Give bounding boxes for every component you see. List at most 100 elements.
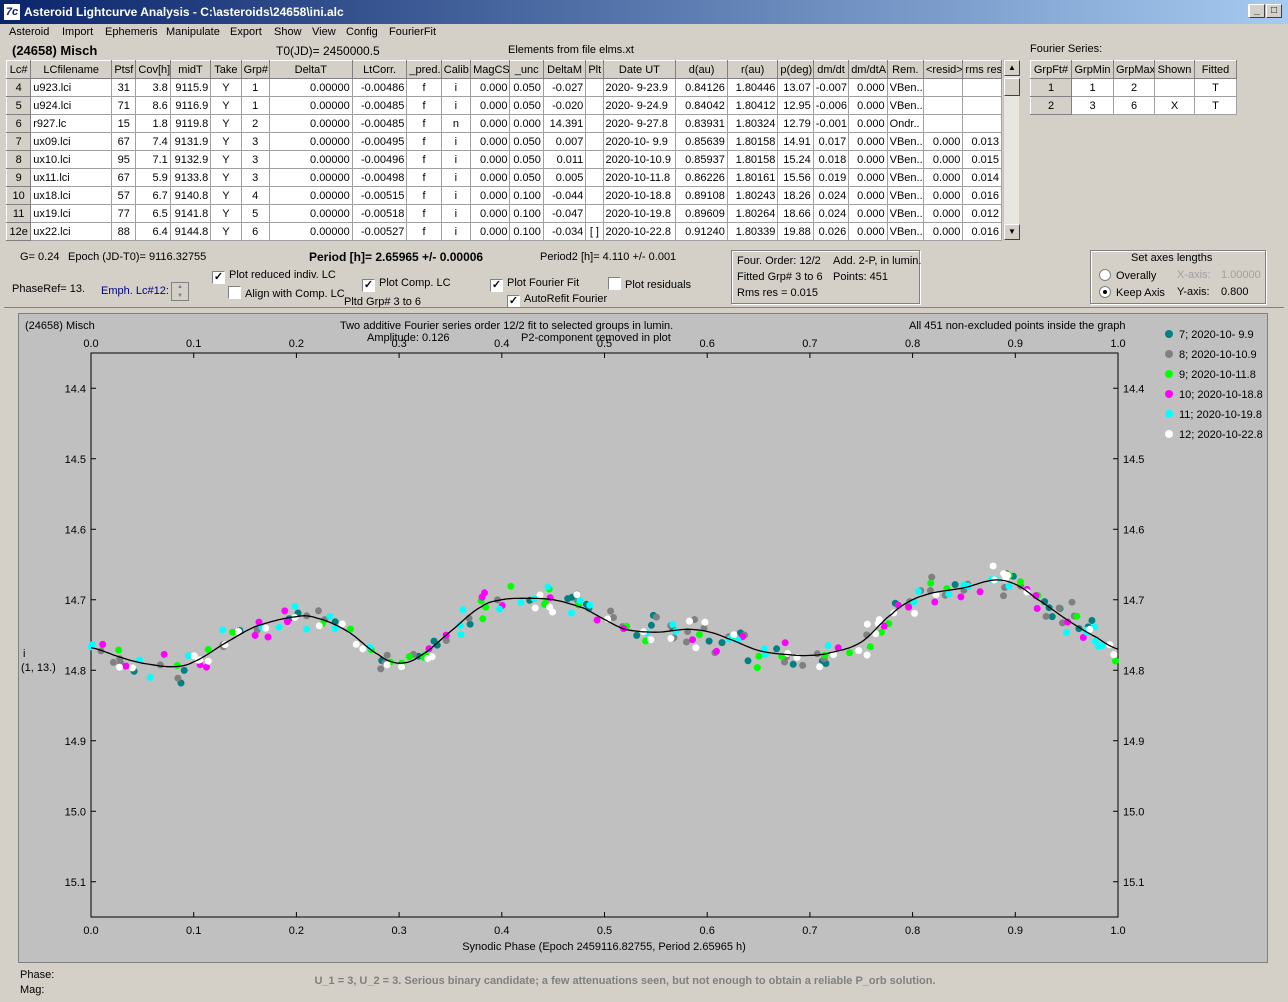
column-header[interactable]: Shown bbox=[1154, 60, 1195, 79]
table-cell[interactable]: 0.91240 bbox=[675, 222, 728, 241]
column-header[interactable]: LCfilename bbox=[30, 60, 113, 79]
table-cell[interactable]: 0.018 bbox=[812, 150, 850, 169]
table-cell[interactable]: 3 bbox=[240, 168, 270, 187]
table-cell[interactable]: 0.050 bbox=[509, 96, 544, 115]
table-cell[interactable]: f bbox=[406, 78, 442, 97]
table-cell[interactable]: 1.80158 bbox=[726, 132, 779, 151]
column-header[interactable]: DeltaM bbox=[542, 60, 587, 79]
table-cell[interactable]: VBen.. bbox=[886, 222, 925, 241]
table-cell[interactable] bbox=[962, 78, 1002, 97]
table-cell[interactable]: Y bbox=[210, 186, 242, 205]
table-cell[interactable]: ux22.lci bbox=[30, 222, 113, 241]
table-cell[interactable]: f bbox=[406, 168, 442, 187]
table-cell[interactable]: 71 bbox=[111, 96, 137, 115]
table-cell[interactable]: 13.07 bbox=[777, 78, 814, 97]
table-cell[interactable]: 0.00000 bbox=[268, 204, 353, 223]
table-cell[interactable]: 12.95 bbox=[777, 96, 814, 115]
menu-view[interactable]: View bbox=[312, 26, 336, 38]
table-cell[interactable]: 0.015 bbox=[962, 150, 1002, 169]
table-cell[interactable]: Y bbox=[210, 78, 242, 97]
table-cell[interactable]: ux10.lci bbox=[30, 150, 113, 169]
table-cell[interactable]: 0.000 bbox=[922, 204, 964, 223]
column-header[interactable]: midT bbox=[169, 60, 212, 79]
table-cell[interactable]: 0.85937 bbox=[675, 150, 728, 169]
table-cell[interactable]: 9131.9 bbox=[169, 132, 212, 151]
plot-comp-checkbox[interactable]: ✓ Plot Comp. LC bbox=[362, 277, 451, 292]
table-cell[interactable]: -0.001 bbox=[812, 114, 850, 133]
column-header[interactable]: <resid> bbox=[922, 60, 964, 79]
table-cell[interactable]: 7.1 bbox=[135, 150, 171, 169]
column-header[interactable]: Rem. bbox=[886, 60, 925, 79]
plot-fourier-checkbox[interactable]: ✓ Plot Fourier Fit bbox=[490, 277, 579, 292]
row-header[interactable]: 11 bbox=[5, 204, 32, 223]
table-cell[interactable]: 0.000 bbox=[470, 204, 511, 223]
table-cell[interactable]: 0.00000 bbox=[268, 168, 353, 187]
table-cell[interactable]: -0.00485 bbox=[351, 96, 408, 115]
table-row[interactable]: 9 ux11.lci 67 5.9 9133.8 Y 3 0.00000 -0.00498 f i 0… bbox=[5, 168, 1002, 187]
table-cell[interactable]: 0.00000 bbox=[268, 150, 353, 169]
table-cell[interactable]: -0.00527 bbox=[351, 222, 408, 241]
table-cell[interactable]: 9119.8 bbox=[169, 114, 212, 133]
table-cell[interactable]: 0.000 bbox=[470, 150, 511, 169]
table-cell[interactable]: ux09.lci bbox=[30, 132, 113, 151]
table-cell[interactable]: 0.89609 bbox=[675, 204, 728, 223]
table-cell[interactable]: f bbox=[406, 186, 442, 205]
table-cell[interactable]: 0.024 bbox=[812, 204, 850, 223]
lightcurve-chart[interactable]: 0.0 0.0 0.1 0.1 0.2 0.2 0.3 0.3 0.4 0.4 0.5 0.5 0.6 0… bbox=[19, 314, 1269, 964]
emph-lc-spinner[interactable]: ▲ ▼ bbox=[171, 282, 189, 301]
table-cell[interactable]: ux19.lci bbox=[30, 204, 113, 223]
table-cell[interactable]: Y bbox=[210, 96, 242, 115]
overally-radio[interactable]: Overally bbox=[1099, 269, 1156, 282]
table-cell[interactable]: i bbox=[440, 96, 472, 115]
column-header[interactable]: Plt bbox=[585, 60, 604, 79]
column-header[interactable]: _unc bbox=[509, 60, 544, 79]
table-cell[interactable]: 1.80339 bbox=[726, 222, 779, 241]
table-cell[interactable]: Y bbox=[210, 132, 242, 151]
table-cell[interactable]: -0.047 bbox=[542, 204, 587, 223]
table-cell[interactable] bbox=[585, 204, 604, 223]
column-header[interactable]: Ptsf bbox=[111, 60, 137, 79]
table-cell[interactable]: 0.000 bbox=[509, 114, 544, 133]
table-cell[interactable]: 1 bbox=[1071, 78, 1114, 97]
table-cell[interactable]: -0.00515 bbox=[351, 186, 408, 205]
table-cell[interactable]: VBen.. bbox=[886, 186, 925, 205]
table-cell[interactable]: -0.00486 bbox=[351, 78, 408, 97]
table-cell[interactable]: 0.000 bbox=[848, 222, 888, 241]
table-cell[interactable]: 0.84126 bbox=[675, 78, 728, 97]
table-cell[interactable]: 2020-10-10.9 bbox=[602, 150, 677, 169]
table-cell[interactable]: 2020- 9-24.9 bbox=[602, 96, 677, 115]
table-cell[interactable]: 1.80412 bbox=[726, 96, 779, 115]
scroll-up-icon[interactable]: ▲ bbox=[1004, 60, 1020, 76]
table-cell[interactable] bbox=[962, 96, 1002, 115]
table-cell[interactable]: -0.00518 bbox=[351, 204, 408, 223]
table-cell[interactable] bbox=[922, 114, 964, 133]
table-cell[interactable] bbox=[1154, 78, 1195, 97]
column-header[interactable]: GrpMin bbox=[1071, 60, 1114, 79]
table-cell[interactable]: 0.000 bbox=[922, 186, 964, 205]
table-cell[interactable]: 0.000 bbox=[470, 222, 511, 241]
column-header[interactable]: Cov[h] bbox=[135, 60, 171, 79]
table-cell[interactable]: 5.9 bbox=[135, 168, 171, 187]
table-cell[interactable]: 14.91 bbox=[777, 132, 814, 151]
table-cell[interactable]: 0.89108 bbox=[675, 186, 728, 205]
table-cell[interactable] bbox=[585, 150, 604, 169]
table-cell[interactable]: 0.000 bbox=[922, 150, 964, 169]
keep-axis-radio[interactable]: Keep Axis bbox=[1099, 286, 1165, 299]
column-header[interactable]: Fitted bbox=[1194, 60, 1237, 79]
table-cell[interactable]: 15.24 bbox=[777, 150, 814, 169]
table-cell[interactable]: r927.lc bbox=[30, 114, 113, 133]
table-cell[interactable]: 31 bbox=[111, 78, 137, 97]
table-cell[interactable]: f bbox=[406, 114, 442, 133]
table-cell[interactable]: 12.79 bbox=[777, 114, 814, 133]
table-cell[interactable]: 0.050 bbox=[509, 168, 544, 187]
scroll-down-icon[interactable]: ▼ bbox=[1004, 224, 1020, 240]
table-cell[interactable]: -0.00498 bbox=[351, 168, 408, 187]
table-cell[interactable]: VBen.. bbox=[886, 78, 925, 97]
table-cell[interactable]: 0.000 bbox=[470, 96, 511, 115]
table-cell[interactable]: 67 bbox=[111, 168, 137, 187]
row-header[interactable]: 7 bbox=[5, 132, 32, 151]
table-row[interactable]: 4 u923.lci 31 3.8 9115.9 Y 1 0.00000 -0.00486 f i 0… bbox=[5, 78, 1002, 97]
table-cell[interactable]: -0.027 bbox=[542, 78, 587, 97]
table-cell[interactable]: 0.000 bbox=[922, 168, 964, 187]
table-cell[interactable]: 0.024 bbox=[812, 186, 850, 205]
